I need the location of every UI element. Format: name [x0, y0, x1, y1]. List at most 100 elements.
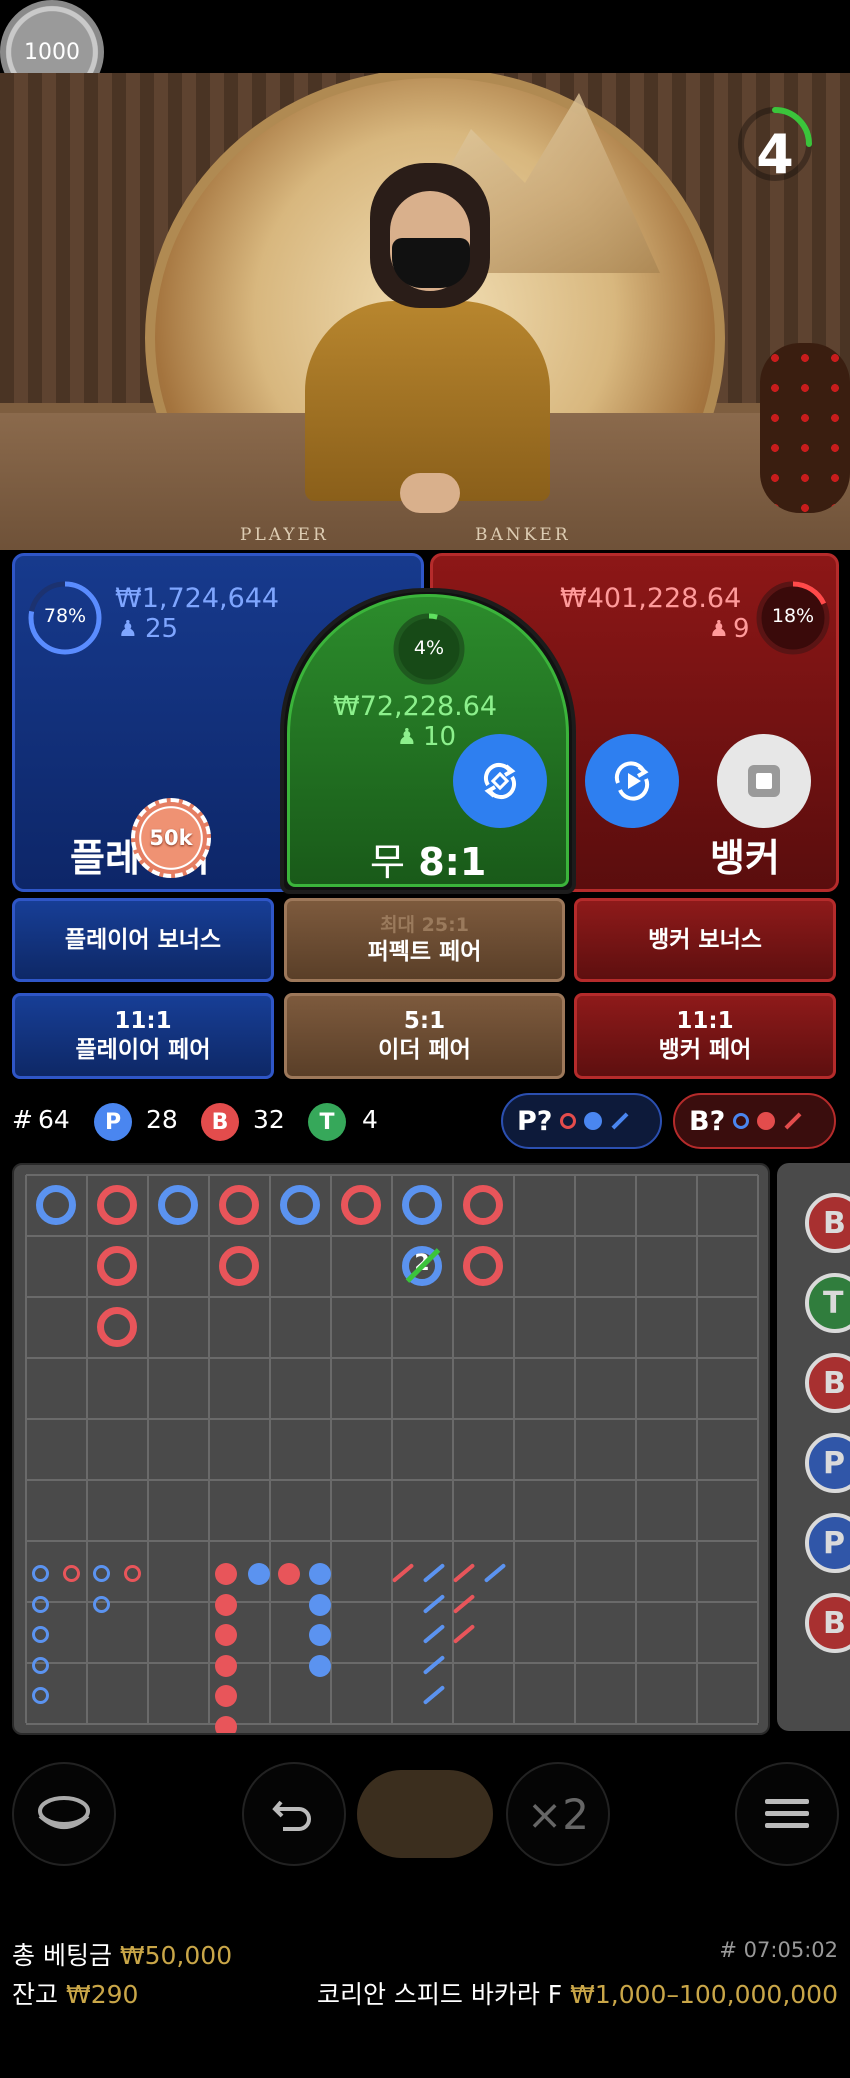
perfect-pair-odds: 최대 25:1: [380, 913, 469, 936]
banker-pair-button[interactable]: 11:1 뱅커 페어: [574, 993, 836, 1079]
banker-wins-count: 32: [253, 1105, 285, 1134]
banker-bonus-button[interactable]: 뱅커 보너스: [574, 898, 836, 982]
countdown-number: 4: [756, 123, 794, 186]
small-road-circle: [62, 1565, 80, 1582]
total-bet-value: ₩50,000: [119, 1941, 233, 1970]
cockroach-dot: [215, 1593, 237, 1616]
flower-decoration: [760, 343, 850, 513]
cockroach-dot: [215, 1715, 237, 1733]
cockroach-dot: [278, 1563, 300, 1585]
banker-count-icon: ♟: [709, 617, 729, 642]
menu-button[interactable]: [735, 1762, 839, 1866]
player-amount: ₩1,724,644: [115, 583, 280, 614]
banker-pair-odds: 11:1: [676, 1008, 734, 1035]
tie-percent: 4%: [413, 637, 445, 659]
tie-wins-badge: T: [308, 1103, 346, 1141]
small-road-circle: [32, 1626, 49, 1643]
scoreboard-roadmap[interactable]: 2: [12, 1163, 770, 1735]
player-wins-badge: P: [94, 1103, 132, 1141]
table-player-word: PLAYER: [240, 525, 329, 545]
cockroach-dot: [215, 1624, 237, 1646]
banker-wins-badge: B: [201, 1103, 239, 1141]
ask-slash-icon: [784, 1112, 802, 1130]
table-view-icon: [38, 1796, 90, 1829]
small-road-circle: [123, 1565, 141, 1582]
table-name: 코리안 스피드 바카라 F: [316, 1980, 563, 2009]
banker-amount: ₩401,228.64: [560, 583, 742, 614]
hamburger-menu-icon: [765, 1799, 809, 1828]
cockroach-dot: [308, 1624, 331, 1646]
total-bet-row: 총 베팅금 ₩50,000: [12, 1936, 232, 1972]
ask-dot-icon: [584, 1112, 603, 1130]
bead-result: T: [805, 1273, 850, 1333]
banker-bonus-label: 뱅커 보너스: [648, 926, 762, 953]
total-bet-label: 총 베팅금: [12, 1941, 112, 1970]
cockroach-dot: [308, 1593, 331, 1616]
balance-label: 잔고: [12, 1980, 59, 2009]
chat-button[interactable]: [12, 1762, 116, 1866]
cockroach-dot: [215, 1563, 237, 1585]
player-bonus-label: 플레이어 보너스: [64, 926, 222, 953]
ask-ring-icon: [733, 1113, 750, 1129]
placed-chip-50k[interactable]: 50k: [131, 798, 211, 878]
small-road-circle: [32, 1656, 49, 1674]
banker-ask-label: B?: [689, 1105, 726, 1137]
stop-button[interactable]: [717, 734, 811, 828]
tie-payout: 8:1: [418, 840, 487, 884]
undo-icon: [272, 1800, 311, 1831]
player-pair-odds: 11:1: [114, 1008, 172, 1035]
balance-value: ₩290: [65, 1980, 139, 2009]
player-ask-button[interactable]: P?: [501, 1093, 662, 1149]
undo-button[interactable]: [242, 1762, 346, 1866]
banker-count: 9: [733, 614, 750, 644]
game-id: # 07:05:02: [719, 1938, 838, 1962]
rounds-total: 64: [38, 1105, 70, 1134]
player-pair-label: 플레이어 페어: [75, 1037, 211, 1063]
tie-label: 무: [370, 840, 405, 884]
small-road-slash: [422, 1654, 445, 1675]
either-pair-button[interactable]: 5:1 이더 페어: [284, 993, 565, 1079]
perfect-pair-button[interactable]: 최대 25:1 퍼펙트 페어: [284, 898, 565, 982]
cockroach-dot: [215, 1654, 237, 1677]
tie-bet-spot[interactable]: 4% ₩72,228.64 ♟ 10 무 8:1: [287, 594, 569, 887]
player-bonus-button[interactable]: 플레이어 보너스: [12, 898, 274, 982]
dealer-body: [305, 301, 550, 501]
rebet-button[interactable]: [453, 734, 547, 828]
either-pair-label: 이더 페어: [378, 1037, 471, 1063]
bead-road-preview[interactable]: BTBPPB: [777, 1163, 850, 1731]
repeat-icon: [484, 763, 516, 799]
stop-icon: [748, 765, 780, 797]
small-road-slash: [452, 1624, 476, 1644]
player-wins-count: 28: [146, 1105, 178, 1134]
ask-dot-icon: [757, 1112, 776, 1130]
small-road-slash: [422, 1593, 445, 1614]
small-road-slash: [422, 1563, 445, 1583]
tie-amount: ₩72,228.64: [333, 691, 498, 722]
player-count-icon: ♟: [118, 617, 138, 642]
small-road-circle: [32, 1687, 49, 1704]
ask-slash-icon: [611, 1112, 629, 1130]
table-limits: ₩1,000–100,000,000: [570, 1980, 838, 2009]
small-road-circle: [93, 1595, 110, 1613]
small-road-slash: [483, 1563, 506, 1583]
dealer-mask: [392, 238, 470, 288]
chip-tray: [357, 1770, 493, 1858]
banker-ask-button[interactable]: B?: [673, 1093, 836, 1149]
player-count: 25: [145, 614, 179, 644]
cockroach-dot: [308, 1563, 331, 1585]
ask-ring-icon: [560, 1113, 577, 1129]
small-road-circle: [32, 1565, 49, 1582]
tie-wins-count: 4: [362, 1105, 378, 1134]
banker-label: 뱅커: [710, 836, 780, 880]
bead-result: B: [805, 1593, 850, 1653]
table-info: 코리안 스피드 바카라 F ₩1,000–100,000,000: [317, 1975, 838, 2011]
autoplay-button[interactable]: [585, 734, 679, 828]
cockroach-dot: [308, 1654, 331, 1677]
player-pair-button[interactable]: 11:1 플레이어 페어: [12, 993, 274, 1079]
tie-count: 10: [423, 722, 457, 752]
small-road-slash: [391, 1563, 415, 1583]
small-road-slash: [422, 1685, 445, 1705]
bead-result: B: [805, 1193, 850, 1253]
tie-count-icon: ♟: [397, 725, 417, 750]
double-button[interactable]: ×2: [506, 1762, 610, 1866]
